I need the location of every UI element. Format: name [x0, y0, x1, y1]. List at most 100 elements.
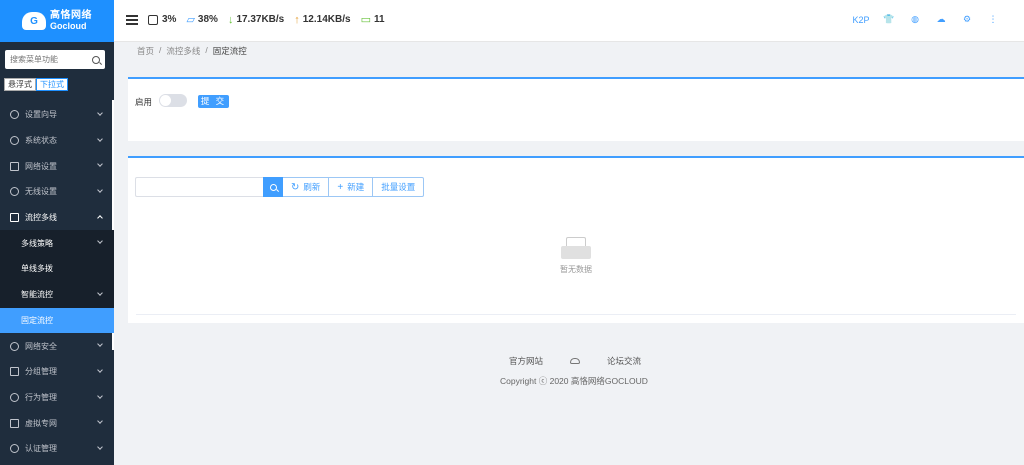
chevron-down-icon — [97, 162, 103, 168]
sidebar-item-setup-wizard[interactable]: 设置向导 — [0, 102, 114, 128]
chevron-down-icon — [97, 187, 103, 193]
chevron-down-icon — [97, 393, 103, 399]
sidebar-item-wireless[interactable]: 无线设置 — [0, 179, 114, 205]
chevron-down-icon — [97, 136, 103, 142]
mem-stat: ▱38% — [186, 13, 217, 26]
rules-panel: ↻刷新 +新建 批量设置 暂无数据 — [128, 156, 1024, 323]
batch-label: 批量设置 — [381, 181, 415, 193]
search-button[interactable] — [263, 177, 283, 197]
sidebar: G 高恪网络 Gocloud 悬浮式 下拉式 设置向导 系统状态 网络设置 无线… — [0, 0, 114, 465]
sidebar-menu: 设置向导 系统状态 网络设置 无线设置 流控多线 多线策略 单线多拨 智能流控 … — [0, 102, 114, 462]
table-toolbar: ↻刷新 +新建 批量设置 — [135, 177, 424, 197]
sidebar-item-label: 多线策略 — [21, 238, 53, 249]
new-button[interactable]: +新建 — [329, 177, 373, 197]
mem-value: 38% — [198, 14, 218, 25]
footer-links: 官方网站 论坛交流 — [509, 355, 641, 367]
sidebar-item-vpn[interactable]: 虚拟专网 — [0, 410, 114, 436]
cpu-stat: 3% — [148, 14, 176, 25]
menu-mode-toggle: 悬浮式 下拉式 — [4, 78, 68, 91]
sidebar-item-label: 网络设置 — [25, 161, 57, 172]
submit-button[interactable]: 提 交 — [198, 95, 229, 108]
empty-state: 暂无数据 — [558, 237, 594, 275]
logo-text-cn: 高恪网络 — [50, 11, 92, 21]
model-label[interactable]: K2P — [846, 15, 876, 25]
plus-icon: + — [337, 182, 343, 193]
download-value: 17.37KB/s — [236, 14, 284, 25]
dashboard-icon — [10, 136, 19, 145]
sidebar-item-auth[interactable]: 认证管理 — [0, 436, 114, 462]
search-icon[interactable] — [92, 56, 100, 64]
breadcrumb-home[interactable]: 首页 — [137, 45, 154, 57]
enable-panel: 启用 提 交 — [128, 77, 1024, 141]
menu-search[interactable] — [5, 50, 105, 69]
mode-floating-button[interactable]: 悬浮式 — [4, 78, 36, 91]
system-stats: 3% ▱38% ↓17.37KB/s ↑12.14KB/s ▭11 — [148, 13, 395, 26]
chevron-down-icon — [97, 110, 103, 116]
logo-text-en: Gocloud — [50, 21, 92, 31]
refresh-label: 刷新 — [303, 181, 320, 193]
gear-icon[interactable]: ⚙ — [954, 14, 980, 25]
chevron-down-icon — [97, 341, 103, 347]
sidebar-item-system-status[interactable]: 系统状态 — [0, 128, 114, 154]
wifi-icon — [10, 187, 19, 196]
filter-icon — [10, 393, 19, 402]
network-tree-icon — [10, 213, 19, 222]
sidebar-item-label: 系统状态 — [25, 135, 57, 146]
sidebar-item-multiline-policy[interactable]: 多线策略 — [0, 230, 114, 256]
sidebar-item-label: 单线多拨 — [21, 263, 53, 274]
empty-text: 暂无数据 — [558, 264, 594, 275]
sidebar-item-groups[interactable]: 分组管理 — [0, 359, 114, 385]
more-icon[interactable]: ⋮ — [980, 14, 1006, 25]
chevron-up-icon — [97, 215, 103, 221]
compass-icon — [10, 110, 19, 119]
breadcrumb-flow-control[interactable]: 流控多线 — [166, 45, 200, 57]
sidebar-item-label: 虚拟专网 — [25, 418, 57, 429]
sidebar-item-flow-control[interactable]: 流控多线 — [0, 205, 114, 231]
document-icon — [10, 367, 19, 376]
sidebar-item-security[interactable]: 网络安全 — [0, 333, 114, 359]
globe-icon[interactable]: ◍ — [902, 14, 928, 25]
sidebar-item-label: 固定流控 — [21, 315, 53, 326]
monitor-icon — [10, 162, 19, 171]
refresh-button[interactable]: ↻刷新 — [283, 177, 329, 197]
sidebar-item-label: 无线设置 — [25, 186, 57, 197]
shield-check-icon — [10, 444, 19, 453]
collapse-menu-icon[interactable] — [126, 15, 138, 25]
official-site-link[interactable]: 官方网站 — [509, 355, 543, 367]
sidebar-item-label: 智能流控 — [21, 289, 53, 300]
forum-link[interactable]: 论坛交流 — [607, 355, 641, 367]
sidebar-item-behavior[interactable]: 行为管理 — [0, 385, 114, 411]
tshirt-icon[interactable]: 👕 — [876, 14, 902, 25]
upload-stat: ↑12.14KB/s — [294, 14, 350, 26]
breadcrumb: 首页 / 流控多线 / 固定流控 — [137, 45, 247, 57]
sidebar-item-smart-flow[interactable]: 智能流控 — [0, 282, 114, 308]
chevron-down-icon — [97, 239, 103, 245]
logo[interactable]: G 高恪网络 Gocloud — [0, 0, 114, 42]
chevron-down-icon — [97, 290, 103, 296]
enable-toggle[interactable] — [159, 94, 187, 107]
cloud-upload-icon[interactable]: ☁ — [928, 14, 954, 25]
copyright: Copyright ⓒ 2020 高恪网络GOCLOUD — [500, 375, 648, 387]
search-icon — [270, 184, 277, 191]
cpu-icon — [148, 15, 158, 25]
empty-box-icon — [561, 237, 591, 259]
menu-search-input[interactable] — [10, 55, 90, 64]
clients-value: 11 — [374, 14, 385, 25]
sidebar-item-label: 网络安全 — [25, 341, 57, 352]
sidebar-item-label: 行为管理 — [25, 392, 57, 403]
sidebar-item-fixed-flow[interactable]: 固定流控 — [0, 308, 114, 334]
breadcrumb-current: 固定流控 — [213, 45, 247, 57]
upload-value: 12.14KB/s — [303, 14, 351, 25]
sidebar-item-single-line-multidial[interactable]: 单线多拨 — [0, 256, 114, 282]
cloud-icon[interactable] — [570, 358, 580, 364]
sidebar-item-network[interactable]: 网络设置 — [0, 153, 114, 179]
header-actions: K2P 👕 ◍ ☁ ⚙ ⋮ — [846, 14, 1006, 25]
breadcrumb-separator: / — [205, 45, 207, 57]
cpu-value: 3% — [162, 14, 176, 25]
batch-settings-button[interactable]: 批量设置 — [373, 177, 424, 197]
search-input[interactable] — [135, 177, 263, 197]
mode-dropdown-button[interactable]: 下拉式 — [36, 78, 68, 91]
arrow-up-icon: ↑ — [294, 14, 300, 26]
clients-stat: ▭11 — [361, 13, 385, 26]
chevron-down-icon — [97, 367, 103, 373]
